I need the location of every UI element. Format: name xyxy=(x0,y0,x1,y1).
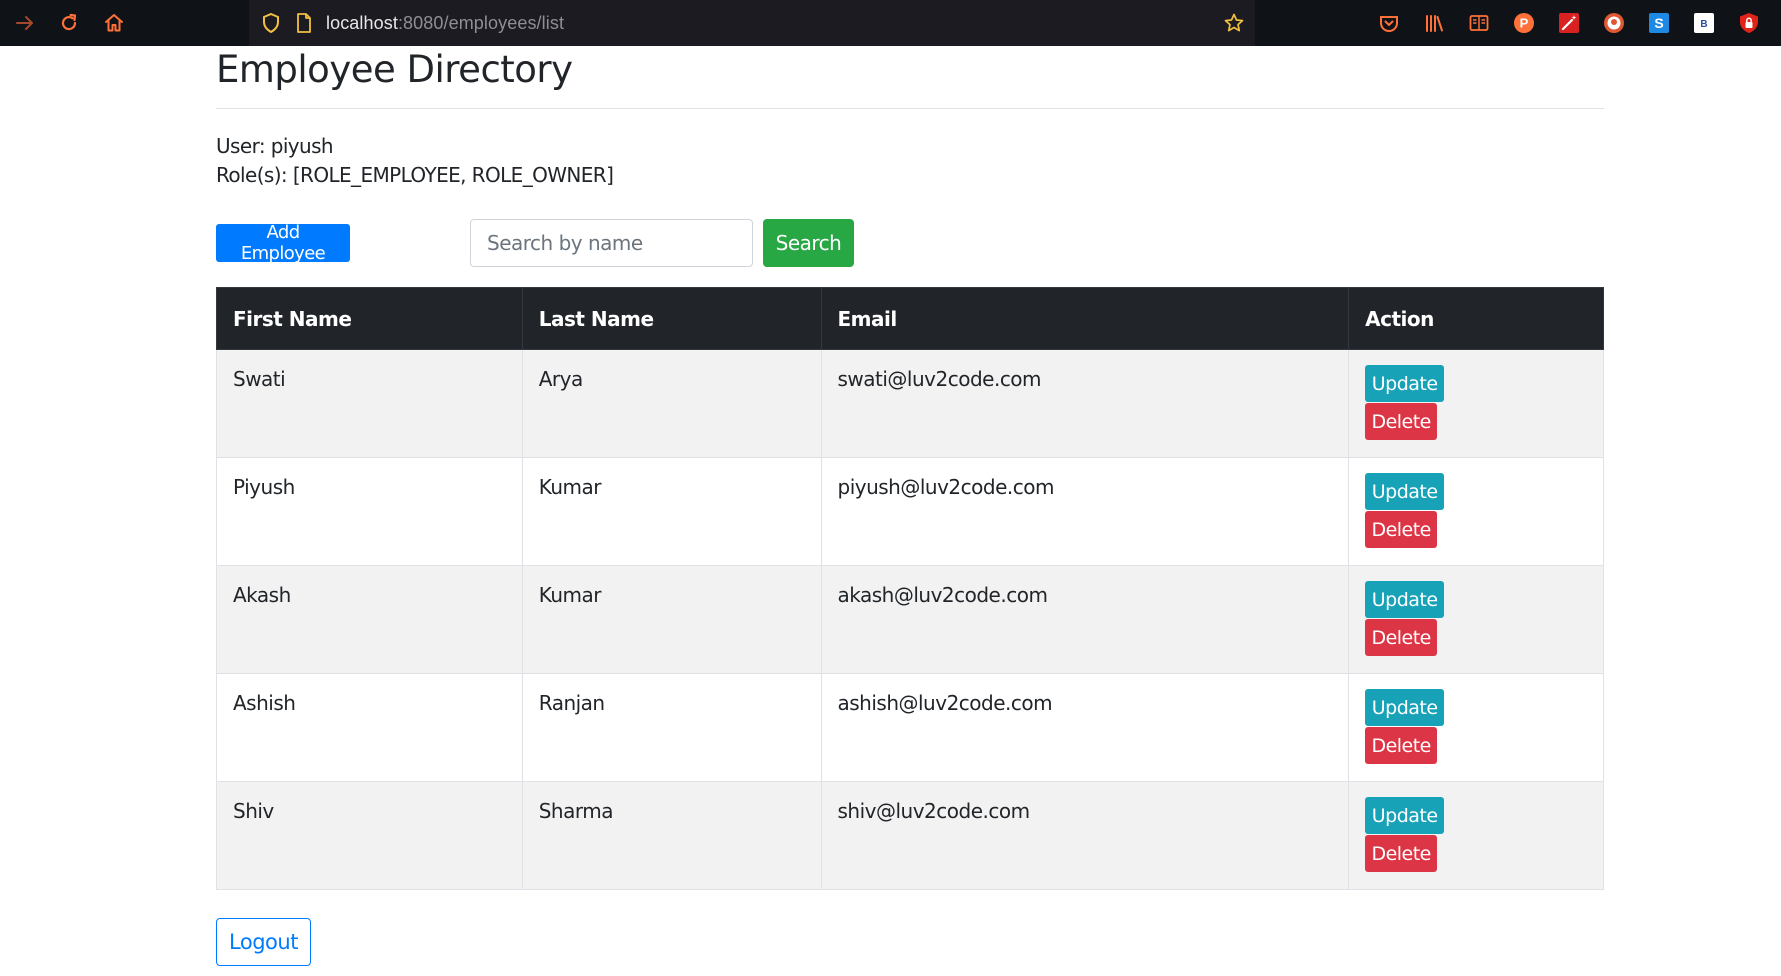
email-cell: shiv@luv2code.com xyxy=(820,781,1350,890)
delete-button[interactable]: Delete xyxy=(1365,403,1438,440)
action-cell: Update Delete xyxy=(1348,457,1604,566)
header-action: Action xyxy=(1348,287,1604,350)
table-row: Shiv Sharma shiv@luv2code.com Update Del… xyxy=(216,781,1604,890)
forward-icon[interactable] xyxy=(11,9,39,37)
bookmark-star-icon[interactable] xyxy=(1220,9,1248,37)
shield-icon[interactable] xyxy=(257,9,285,37)
table-row: Piyush Kumar piyush@luv2code.com Update … xyxy=(216,457,1604,566)
email-cell: piyush@luv2code.com xyxy=(820,457,1350,566)
action-cell: Update Delete xyxy=(1348,349,1604,458)
last-name-cell: Ranjan xyxy=(521,673,822,782)
delete-button[interactable]: Delete xyxy=(1365,727,1438,764)
update-button[interactable]: Update xyxy=(1365,581,1445,618)
update-button[interactable]: Update xyxy=(1365,365,1445,402)
first-name-cell: Ashish xyxy=(216,673,523,782)
reload-icon[interactable] xyxy=(55,9,83,37)
logout-button[interactable]: Logout xyxy=(216,918,311,966)
add-employee-button[interactable]: Add Employee xyxy=(216,222,350,264)
extension-b-icon[interactable]: B xyxy=(1692,11,1716,35)
delete-button[interactable]: Delete xyxy=(1365,835,1438,872)
browser-toolbar: localhost:8080/employees/list P S B xyxy=(0,0,1781,46)
email-cell: ashish@luv2code.com xyxy=(820,673,1350,782)
duckduckgo-icon[interactable] xyxy=(1602,11,1626,35)
update-button[interactable]: Update xyxy=(1365,689,1445,726)
first-name-cell: Swati xyxy=(216,349,523,458)
svg-text:S: S xyxy=(1654,15,1663,31)
action-cell: Update Delete xyxy=(1348,673,1604,782)
url-path: :8080/employees/list xyxy=(397,12,565,33)
extension-s-icon[interactable]: S xyxy=(1647,11,1671,35)
pocket-icon[interactable] xyxy=(1377,11,1401,35)
search-input[interactable] xyxy=(470,219,753,267)
table-header-row: First Name Last Name Email Action xyxy=(216,287,1604,350)
update-button[interactable]: Update xyxy=(1365,797,1445,834)
extension-wand-icon[interactable] xyxy=(1557,11,1581,35)
search-button[interactable]: Search xyxy=(763,219,854,267)
table-row: Swati Arya swati@luv2code.com Update Del… xyxy=(216,349,1604,458)
roles-info: Role(s): [ROLE_EMPLOYEE, ROLE_OWNER] xyxy=(216,163,614,187)
last-name-cell: Arya xyxy=(521,349,822,458)
address-bar[interactable]: localhost:8080/employees/list xyxy=(249,0,1255,46)
first-name-cell: Akash xyxy=(216,565,523,674)
page-title: Employee Directory xyxy=(216,48,573,91)
table-row: Ashish Ranjan ashish@luv2code.com Update… xyxy=(216,673,1604,782)
header-email: Email xyxy=(820,287,1350,350)
email-cell: akash@luv2code.com xyxy=(820,565,1350,674)
header-first-name: First Name xyxy=(216,287,523,350)
svg-text:P: P xyxy=(1520,16,1529,31)
extension-lock-icon[interactable] xyxy=(1737,11,1761,35)
last-name-cell: Kumar xyxy=(521,565,822,674)
home-icon[interactable] xyxy=(100,9,128,37)
user-info: User: piyush xyxy=(216,134,334,158)
library-icon[interactable] xyxy=(1422,11,1446,35)
page-icon[interactable] xyxy=(290,9,318,37)
url-host: localhost xyxy=(326,12,398,33)
last-name-cell: Sharma xyxy=(521,781,822,890)
divider xyxy=(216,108,1604,109)
action-cell: Update Delete xyxy=(1348,781,1604,890)
update-button[interactable]: Update xyxy=(1365,473,1445,510)
email-cell: swati@luv2code.com xyxy=(820,349,1350,458)
delete-button[interactable]: Delete xyxy=(1365,511,1438,548)
delete-button[interactable]: Delete xyxy=(1365,619,1438,656)
url-text[interactable]: localhost:8080/employees/list xyxy=(326,13,564,34)
reader-view-icon[interactable] xyxy=(1467,11,1491,35)
table-row: Akash Kumar akash@luv2code.com Update De… xyxy=(216,565,1604,674)
first-name-cell: Piyush xyxy=(216,457,523,566)
employee-table: First Name Last Name Email Action Swati … xyxy=(216,287,1604,890)
action-cell: Update Delete xyxy=(1348,565,1604,674)
header-last-name: Last Name xyxy=(521,287,822,350)
last-name-cell: Kumar xyxy=(521,457,822,566)
first-name-cell: Shiv xyxy=(216,781,523,890)
extension-p-icon[interactable]: P xyxy=(1512,11,1536,35)
svg-text:B: B xyxy=(1700,19,1707,30)
